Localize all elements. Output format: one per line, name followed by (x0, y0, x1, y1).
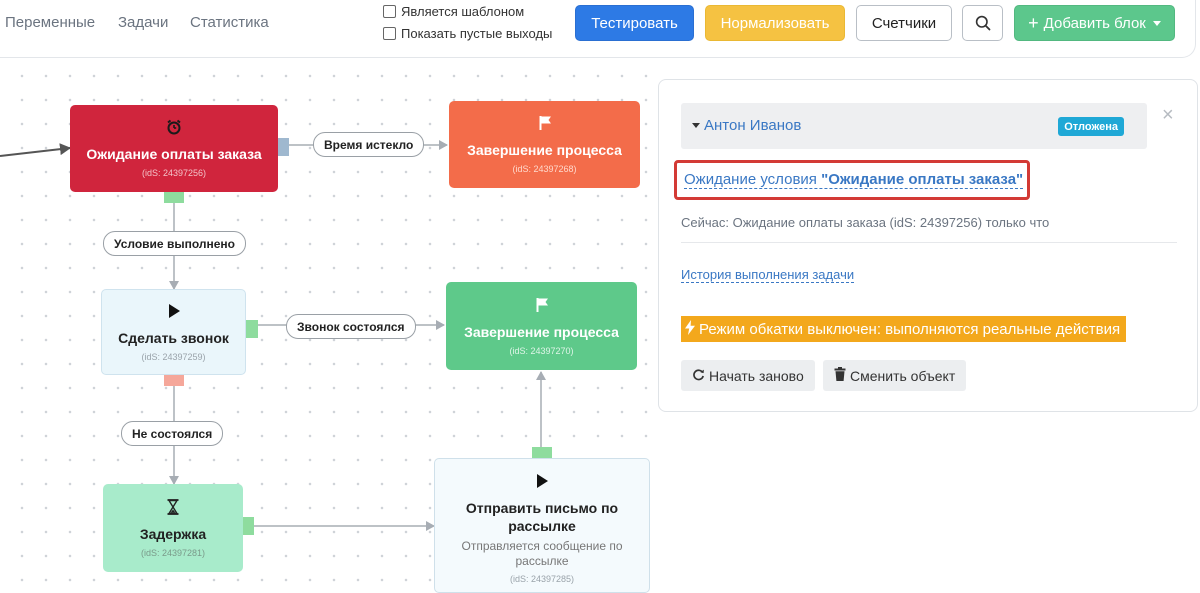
user-name: Антон Иванов (704, 117, 802, 134)
close-icon[interactable]: × (1162, 104, 1174, 127)
nav-statistics[interactable]: Статистика (190, 14, 269, 31)
counters-button[interactable]: Счетчики (856, 5, 952, 41)
play-icon (167, 303, 181, 323)
test-mode-warning: Режим обкатки выключен: выполняются реал… (681, 316, 1127, 342)
output-port[interactable] (164, 192, 184, 203)
node-send-email[interactable]: Отправить письмо по рассылке Отправляетс… (434, 458, 650, 593)
user-toggle[interactable]: Антон Иванов (692, 117, 801, 134)
condition-prefix: Ожидание условия (684, 171, 822, 188)
edge-label-call-done: Звонок состоялся (286, 314, 416, 339)
status-badge: Отложена (1058, 117, 1124, 136)
output-port[interactable] (243, 517, 254, 535)
node-title: Завершение процесса (467, 142, 622, 158)
edge-label-timeout: Время истекло (313, 132, 425, 157)
refresh-icon (692, 368, 705, 384)
add-block-button[interactable]: + Добавить блок (1014, 5, 1175, 41)
nav-tasks[interactable]: Задачи (118, 14, 168, 31)
node-title: Завершение процесса (464, 323, 619, 340)
normalize-button[interactable]: Нормализовать (705, 5, 845, 41)
current-state-text: Сейчас: Ожидание оплаты заказа (idS: 243… (681, 215, 1050, 230)
node-end-process-2[interactable]: Завершение процесса (idS: 24397270) (446, 282, 637, 370)
edge-label-condition-met: Условие выполнено (103, 231, 246, 256)
node-title: Сделать звонок (118, 329, 229, 346)
node-title: Задержка (139, 525, 207, 542)
is-template-label: Является шаблоном (401, 4, 525, 19)
edge-label-call-failed: Не состоялся (121, 421, 224, 446)
hourglass-icon (167, 498, 179, 519)
current-condition-highlight: Ожидание условия "Ожидание оплаты заказа… (674, 160, 1030, 200)
node-end-process-1[interactable]: Завершение процесса (idS: 24397268) (449, 101, 640, 188)
checkbox-box[interactable] (383, 27, 396, 40)
restart-button[interactable]: Начать заново (681, 360, 815, 391)
is-template-checkbox[interactable]: Является шаблоном (383, 4, 524, 19)
node-subtitle: Отправляется сообщение по рассылке (461, 539, 623, 568)
search-icon (975, 15, 990, 31)
output-port[interactable] (532, 447, 552, 458)
divider (681, 242, 1177, 243)
test-button[interactable]: Тестировать (575, 5, 694, 41)
node-delay[interactable]: Задержка (idS: 24397281) (103, 484, 243, 572)
plus-icon: + (1028, 13, 1039, 33)
output-port[interactable] (278, 138, 289, 156)
node-id: (idS: 24397259) (141, 351, 206, 362)
flag-icon (537, 115, 553, 135)
node-id: (idS: 24397270) (509, 345, 574, 356)
node-make-call[interactable]: Сделать звонок (idS: 24397259) (101, 289, 246, 375)
current-condition-link[interactable]: Ожидание условия "Ожидание оплаты заказа… (684, 171, 1024, 189)
change-object-label: Сменить объект (850, 367, 956, 384)
caret-down-icon (692, 123, 700, 128)
flag-icon (534, 297, 550, 317)
task-details-panel: Антон Иванов Отложена × Ожидание условия… (658, 79, 1198, 412)
checkbox-box[interactable] (383, 5, 396, 18)
node-id: (idS: 24397268) (512, 164, 577, 174)
restart-label: Начать заново (709, 367, 804, 384)
trash-icon (834, 367, 846, 384)
show-empty-outputs-label: Показать пустые выходы (401, 26, 553, 41)
node-id: (idS: 24397256) (141, 168, 207, 178)
add-block-label: Добавить блок (1043, 14, 1146, 32)
node-title: Отправить письмо по рассылке (465, 500, 619, 534)
output-port[interactable] (164, 375, 184, 386)
nav-variables[interactable]: Переменные (5, 14, 95, 31)
chevron-down-icon (1152, 20, 1161, 26)
node-title: Ожидание оплаты заказа (86, 146, 262, 162)
show-empty-outputs-checkbox[interactable]: Показать пустые выходы (383, 26, 552, 41)
condition-name: "Ожидание оплаты заказа" (821, 171, 1024, 188)
play-icon (535, 473, 549, 493)
history-link[interactable]: История выполнения задачи (681, 267, 855, 283)
node-wait-payment[interactable]: Ожидание оплаты заказа (idS: 24397256) (70, 105, 278, 192)
warning-text: Режим обкатки выключен: выполняются реал… (699, 320, 1121, 338)
task-header[interactable]: Антон Иванов Отложена (681, 103, 1147, 149)
search-button[interactable] (962, 5, 1003, 41)
change-object-button[interactable]: Сменить объект (823, 360, 967, 391)
lightning-icon (685, 319, 695, 339)
node-id: (idS: 24397281) (140, 547, 206, 558)
alarm-clock-icon (166, 119, 182, 139)
output-port[interactable] (246, 320, 258, 338)
node-id: (idS: 24397285) (509, 574, 575, 584)
top-toolbar: Переменные Задачи Статистика Является ша… (0, 0, 1200, 58)
